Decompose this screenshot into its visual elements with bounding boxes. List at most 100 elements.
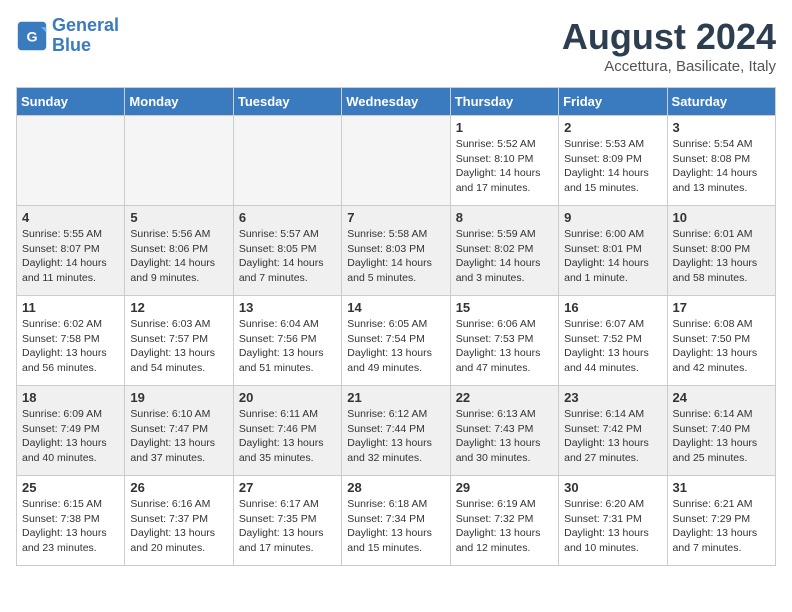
day-info: Sunrise: 6:07 AM Sunset: 7:52 PM Dayligh… xyxy=(564,317,661,376)
calendar-week-row: 4Sunrise: 5:55 AM Sunset: 8:07 PM Daylig… xyxy=(17,206,776,296)
day-number: 28 xyxy=(347,480,444,495)
day-info: Sunrise: 6:08 AM Sunset: 7:50 PM Dayligh… xyxy=(673,317,770,376)
day-number: 27 xyxy=(239,480,336,495)
logo: G General Blue xyxy=(16,16,119,56)
calendar-cell: 23 Sunrise: 6:14 AM Sunset: 7:42 PM Dayli… xyxy=(559,386,667,476)
calendar-cell: 14 Sunrise: 6:05 AM Sunset: 7:54 PM Dayli… xyxy=(342,296,450,386)
day-info: Sunrise: 5:57 AM Sunset: 8:05 PM Dayligh… xyxy=(239,227,336,286)
day-info: Sunrise: 5:58 AM Sunset: 8:03 PM Dayligh… xyxy=(347,227,444,286)
day-info: Sunrise: 5:53 AM Sunset: 8:09 PM Dayligh… xyxy=(564,137,661,196)
day-info: Sunrise: 5:52 AM Sunset: 8:10 PM Dayligh… xyxy=(456,137,553,196)
day-info: Sunrise: 6:14 AM Sunset: 7:42 PM Dayligh… xyxy=(564,407,661,466)
calendar-cell: 31 Sunrise: 6:21 AM Sunset: 7:29 PM Dayli… xyxy=(667,476,775,566)
calendar-cell: 20 Sunrise: 6:11 AM Sunset: 7:46 PM Dayli… xyxy=(233,386,341,476)
day-info: Sunrise: 6:21 AM Sunset: 7:29 PM Dayligh… xyxy=(673,497,770,556)
day-info: Sunrise: 5:56 AM Sunset: 8:06 PM Dayligh… xyxy=(130,227,227,286)
calendar-cell: 28Sunrise: 6:18 AM Sunset: 7:34 PM Dayli… xyxy=(342,476,450,566)
day-info: Sunrise: 6:10 AM Sunset: 7:47 PM Dayligh… xyxy=(130,407,227,466)
day-number: 29 xyxy=(456,480,553,495)
day-number: 4 xyxy=(22,210,119,225)
calendar-cell: 3 Sunrise: 5:54 AM Sunset: 8:08 PM Daylig… xyxy=(667,116,775,206)
weekday-header: Thursday xyxy=(450,88,558,116)
calendar-cell: 9Sunrise: 6:00 AM Sunset: 8:01 PM Daylig… xyxy=(559,206,667,296)
calendar-cell: 6Sunrise: 5:57 AM Sunset: 8:05 PM Daylig… xyxy=(233,206,341,296)
day-number: 23 xyxy=(564,390,661,405)
day-info: Sunrise: 6:12 AM Sunset: 7:44 PM Dayligh… xyxy=(347,407,444,466)
calendar-cell: 22 Sunrise: 6:13 AM Sunset: 7:43 PM Dayli… xyxy=(450,386,558,476)
header-row: SundayMondayTuesdayWednesdayThursdayFrid… xyxy=(17,88,776,116)
calendar-cell: 11 Sunrise: 6:02 AM Sunset: 7:58 PM Dayli… xyxy=(17,296,125,386)
calendar-cell: 18Sunrise: 6:09 AM Sunset: 7:49 PM Dayli… xyxy=(17,386,125,476)
calendar-week-row: 1 Sunrise: 5:52 AM Sunset: 8:10 PM Daylig… xyxy=(17,116,776,206)
logo-text: General Blue xyxy=(52,16,119,56)
calendar-cell: 21 Sunrise: 6:12 AM Sunset: 7:44 PM Dayli… xyxy=(342,386,450,476)
month-year: August 2024 xyxy=(562,16,776,58)
day-number: 31 xyxy=(673,480,770,495)
day-number: 9 xyxy=(564,210,661,225)
day-number: 22 xyxy=(456,390,553,405)
day-number: 1 xyxy=(456,120,553,135)
day-info: Sunrise: 6:04 AM Sunset: 7:56 PM Dayligh… xyxy=(239,317,336,376)
day-number: 11 xyxy=(22,300,119,315)
day-number: 3 xyxy=(673,120,770,135)
calendar-cell: 17Sunrise: 6:08 AM Sunset: 7:50 PM Dayli… xyxy=(667,296,775,386)
day-number: 16 xyxy=(564,300,661,315)
day-info: Sunrise: 5:54 AM Sunset: 8:08 PM Dayligh… xyxy=(673,137,770,196)
weekday-header: Monday xyxy=(125,88,233,116)
calendar-cell: 27 Sunrise: 6:17 AM Sunset: 7:35 PM Dayli… xyxy=(233,476,341,566)
calendar-cell: 13 Sunrise: 6:04 AM Sunset: 7:56 PM Dayli… xyxy=(233,296,341,386)
day-info: Sunrise: 6:17 AM Sunset: 7:35 PM Dayligh… xyxy=(239,497,336,556)
calendar-cell: 5 Sunrise: 5:56 AM Sunset: 8:06 PM Daylig… xyxy=(125,206,233,296)
svg-text:G: G xyxy=(26,29,37,45)
logo-line2: Blue xyxy=(52,35,91,55)
calendar-week-row: 11 Sunrise: 6:02 AM Sunset: 7:58 PM Dayli… xyxy=(17,296,776,386)
calendar-cell: 7 Sunrise: 5:58 AM Sunset: 8:03 PM Daylig… xyxy=(342,206,450,296)
calendar-cell: 19 Sunrise: 6:10 AM Sunset: 7:47 PM Dayli… xyxy=(125,386,233,476)
calendar-cell: 12Sunrise: 6:03 AM Sunset: 7:57 PM Dayli… xyxy=(125,296,233,386)
day-info: Sunrise: 6:02 AM Sunset: 7:58 PM Dayligh… xyxy=(22,317,119,376)
day-info: Sunrise: 6:19 AM Sunset: 7:32 PM Dayligh… xyxy=(456,497,553,556)
day-number: 20 xyxy=(239,390,336,405)
day-number: 14 xyxy=(347,300,444,315)
day-number: 2 xyxy=(564,120,661,135)
calendar-cell xyxy=(342,116,450,206)
page-header: G General Blue August 2024 Accettura, Ba… xyxy=(16,16,776,75)
day-info: Sunrise: 6:01 AM Sunset: 8:00 PM Dayligh… xyxy=(673,227,770,286)
calendar-cell: 16 Sunrise: 6:07 AM Sunset: 7:52 PM Dayli… xyxy=(559,296,667,386)
calendar-table: SundayMondayTuesdayWednesdayThursdayFrid… xyxy=(16,87,776,566)
calendar-cell: 10Sunrise: 6:01 AM Sunset: 8:00 PM Dayli… xyxy=(667,206,775,296)
calendar-cell xyxy=(233,116,341,206)
calendar-cell: 29 Sunrise: 6:19 AM Sunset: 7:32 PM Dayli… xyxy=(450,476,558,566)
day-number: 30 xyxy=(564,480,661,495)
day-info: Sunrise: 5:59 AM Sunset: 8:02 PM Dayligh… xyxy=(456,227,553,286)
day-number: 7 xyxy=(347,210,444,225)
calendar-cell: 30Sunrise: 6:20 AM Sunset: 7:31 PM Dayli… xyxy=(559,476,667,566)
day-info: Sunrise: 6:05 AM Sunset: 7:54 PM Dayligh… xyxy=(347,317,444,376)
day-number: 8 xyxy=(456,210,553,225)
location: Accettura, Basilicate, Italy xyxy=(562,58,776,75)
weekday-header: Sunday xyxy=(17,88,125,116)
calendar-cell xyxy=(17,116,125,206)
day-info: Sunrise: 6:09 AM Sunset: 7:49 PM Dayligh… xyxy=(22,407,119,466)
logo-icon: G xyxy=(16,20,48,52)
day-number: 24 xyxy=(673,390,770,405)
calendar-cell: 8 Sunrise: 5:59 AM Sunset: 8:02 PM Daylig… xyxy=(450,206,558,296)
day-number: 5 xyxy=(130,210,227,225)
calendar-cell: 26Sunrise: 6:16 AM Sunset: 7:37 PM Dayli… xyxy=(125,476,233,566)
weekday-header: Tuesday xyxy=(233,88,341,116)
day-number: 25 xyxy=(22,480,119,495)
logo-line1: General xyxy=(52,15,119,35)
day-number: 19 xyxy=(130,390,227,405)
day-info: Sunrise: 6:11 AM Sunset: 7:46 PM Dayligh… xyxy=(239,407,336,466)
weekday-header: Friday xyxy=(559,88,667,116)
day-number: 13 xyxy=(239,300,336,315)
day-number: 21 xyxy=(347,390,444,405)
title-block: August 2024 Accettura, Basilicate, Italy xyxy=(562,16,776,75)
calendar-cell: 25Sunrise: 6:15 AM Sunset: 7:38 PM Dayli… xyxy=(17,476,125,566)
calendar-cell: 24Sunrise: 6:14 AM Sunset: 7:40 PM Dayli… xyxy=(667,386,775,476)
day-info: Sunrise: 6:13 AM Sunset: 7:43 PM Dayligh… xyxy=(456,407,553,466)
calendar-cell: 2 Sunrise: 5:53 AM Sunset: 8:09 PM Daylig… xyxy=(559,116,667,206)
day-number: 26 xyxy=(130,480,227,495)
calendar-cell xyxy=(125,116,233,206)
calendar-week-row: 25Sunrise: 6:15 AM Sunset: 7:38 PM Dayli… xyxy=(17,476,776,566)
